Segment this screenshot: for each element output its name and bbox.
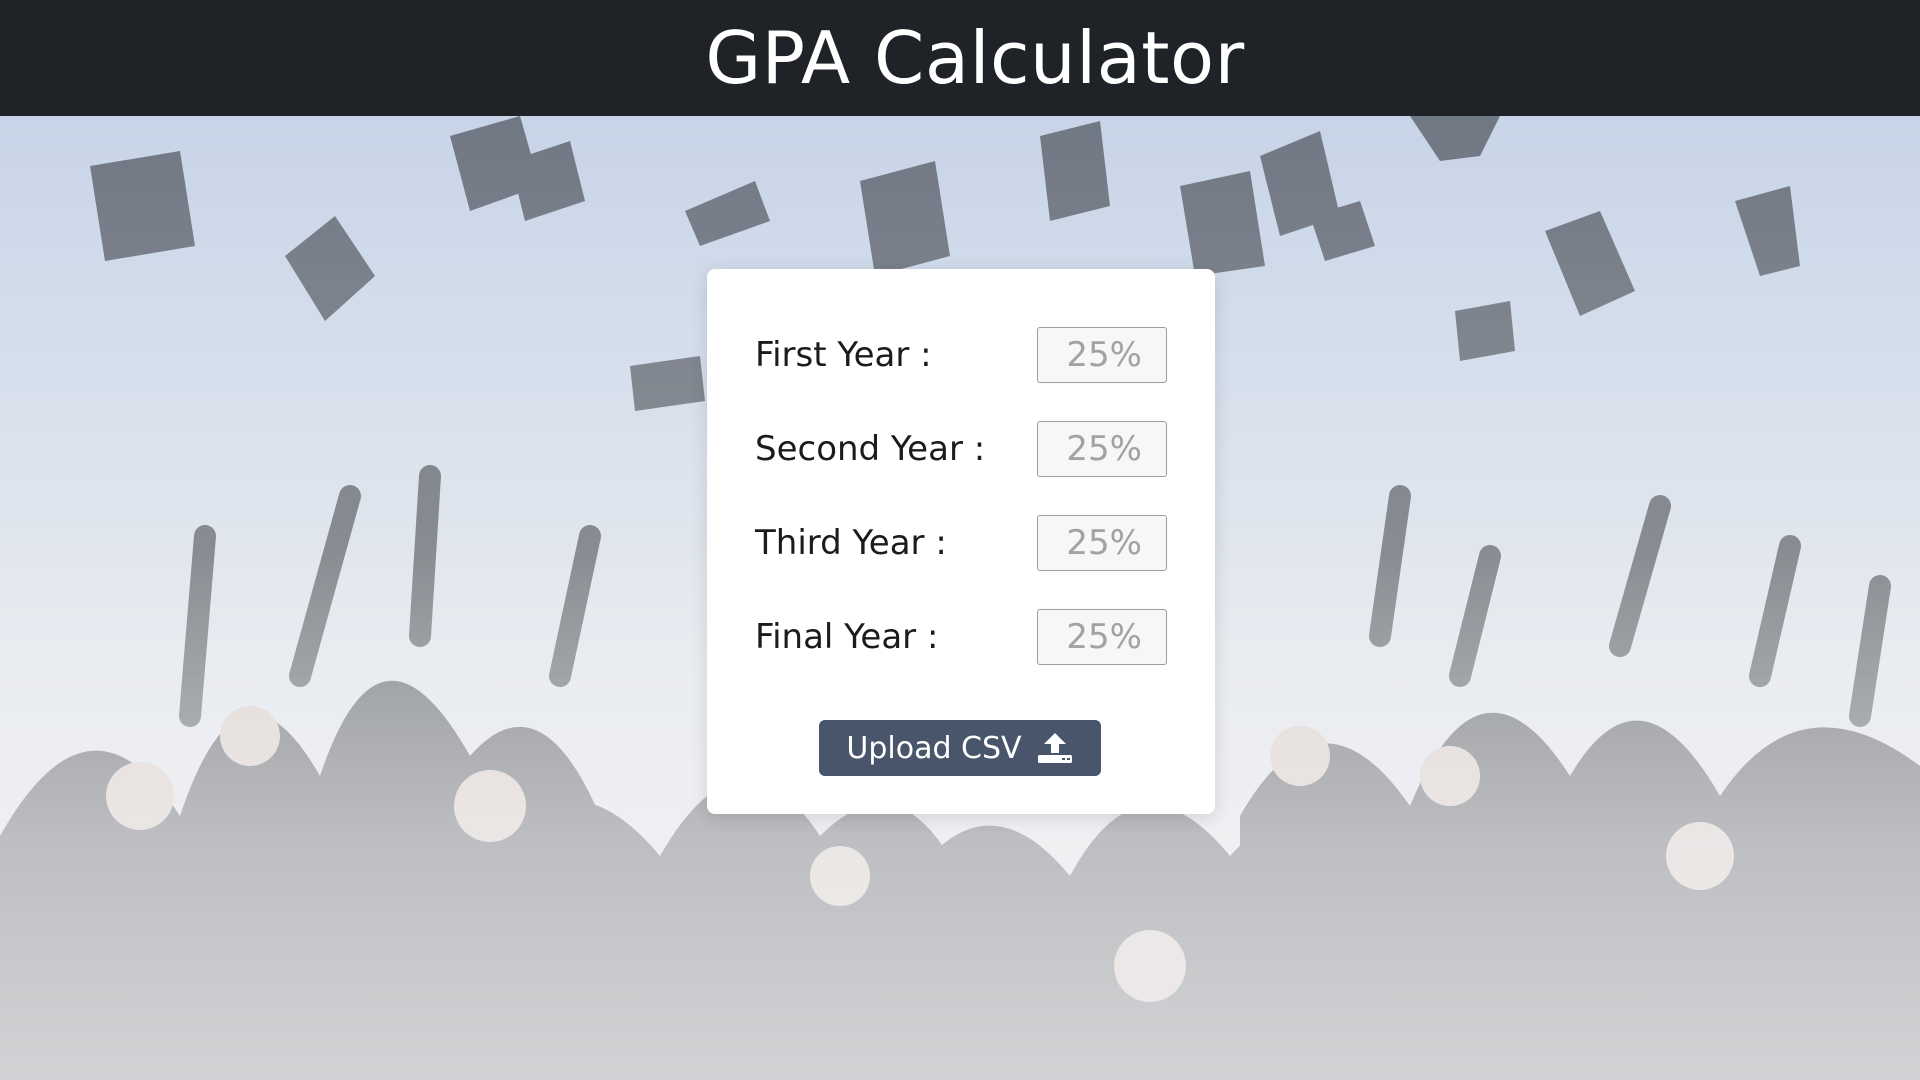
app-header: GPA Calculator xyxy=(0,0,1920,116)
first-year-row: First Year : xyxy=(755,327,1167,383)
upload-csv-button[interactable]: Upload CSV xyxy=(819,720,1101,776)
gpa-form-card: First Year : Second Year : Third Year : … xyxy=(707,269,1215,814)
upload-icon xyxy=(1037,733,1072,763)
third-year-input[interactable] xyxy=(1037,515,1167,571)
upload-csv-button-label: Upload CSV xyxy=(846,730,1022,766)
first-year-label: First Year : xyxy=(755,335,932,375)
third-year-row: Third Year : xyxy=(755,515,1167,571)
second-year-input[interactable] xyxy=(1037,421,1167,477)
final-year-row: Final Year : xyxy=(755,609,1167,665)
page-title: GPA Calculator xyxy=(705,16,1245,100)
final-year-label: Final Year : xyxy=(755,617,939,657)
third-year-label: Third Year : xyxy=(755,523,947,563)
second-year-label: Second Year : xyxy=(755,429,986,469)
first-year-input[interactable] xyxy=(1037,327,1167,383)
final-year-input[interactable] xyxy=(1037,609,1167,665)
second-year-row: Second Year : xyxy=(755,421,1167,477)
